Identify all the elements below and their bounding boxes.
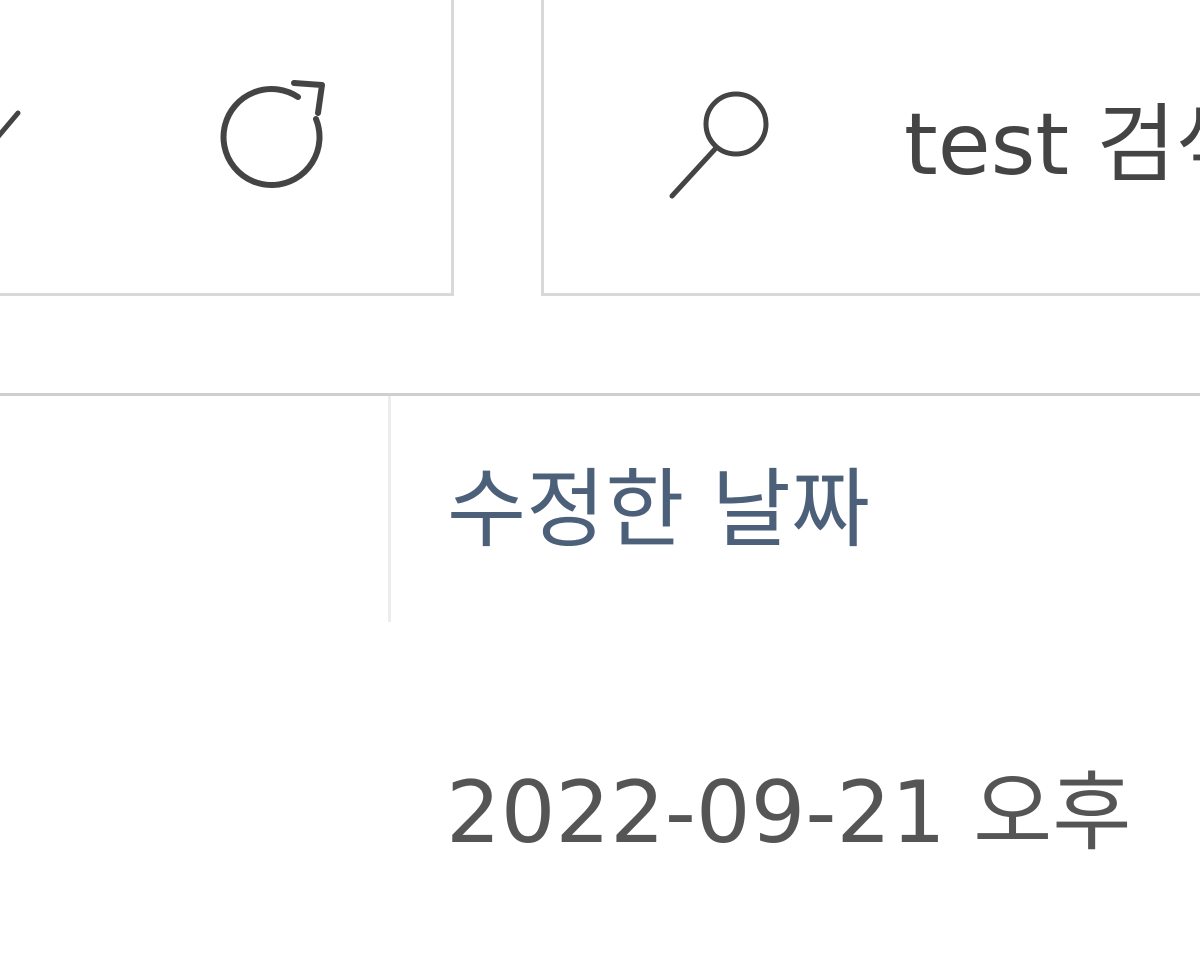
search-icon xyxy=(669,91,769,199)
date-modified-cell: 2022-09-21 오후 xyxy=(446,763,1132,863)
column-header-label: 수정한 날짜 xyxy=(447,460,870,560)
search-box[interactable] xyxy=(541,0,1200,296)
file-row[interactable]: 2022-09-21 오후 xyxy=(0,700,1200,900)
file-explorer-window: 수정한 날짜 2022-09-21 오후 xyxy=(0,0,1200,960)
refresh-button[interactable] xyxy=(208,66,348,196)
chevron-down-icon[interactable] xyxy=(0,98,30,168)
column-header-date-modified[interactable]: 수정한 날짜 xyxy=(391,396,1200,622)
search-input[interactable] xyxy=(904,90,1200,200)
address-bar[interactable] xyxy=(0,0,454,296)
refresh-icon xyxy=(220,80,325,188)
